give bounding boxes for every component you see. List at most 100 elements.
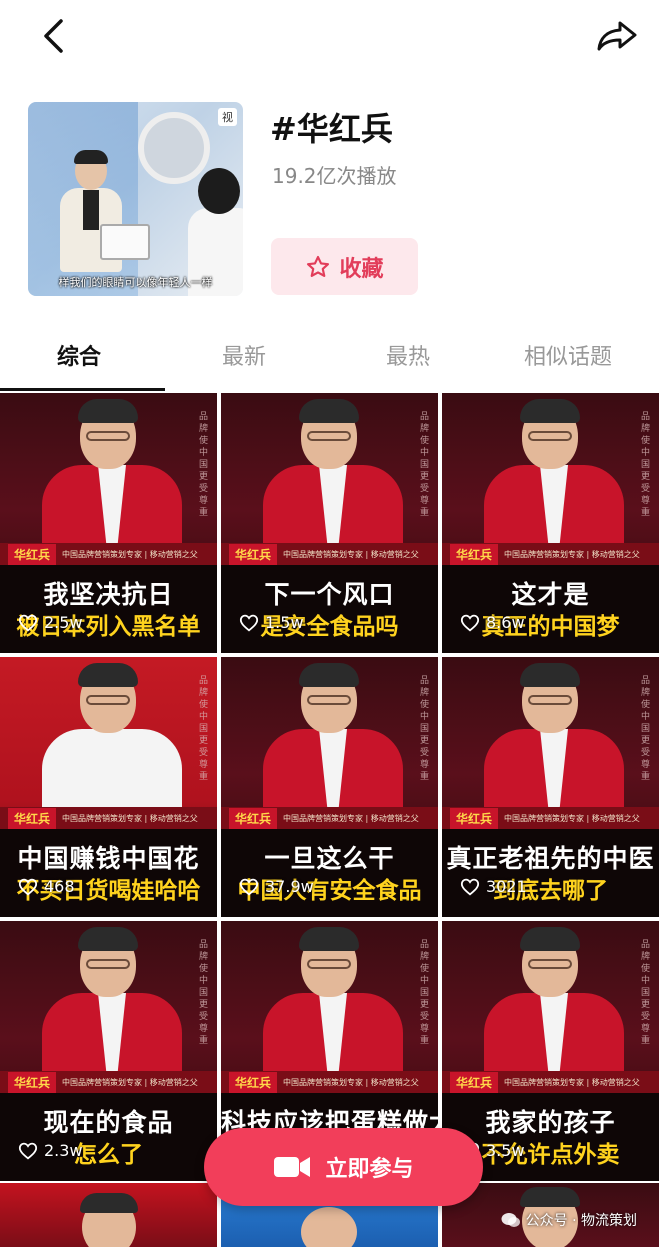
card-like-count: 2.5w xyxy=(18,613,83,632)
card-like-count: 3021 xyxy=(460,877,527,896)
card-name: 华红兵 xyxy=(8,1071,57,1093)
card-name-band: 华红兵 中国品牌营销策划专家 | 移动营销之父 xyxy=(221,543,438,565)
join-button[interactable]: 立即参与 xyxy=(204,1128,483,1206)
card-name-band: 华红兵 中国品牌营销策划专家 | 移动营销之父 xyxy=(221,1071,438,1093)
card-title-line1: 现在的食品 xyxy=(43,1108,174,1137)
card-like-count: 37.9w xyxy=(239,877,314,896)
heart-icon xyxy=(239,614,259,632)
card-title-line1: 一旦这么干 xyxy=(264,844,395,873)
card-tagline: 中国品牌营销策划专家 | 移动营销之父 xyxy=(62,549,198,559)
play-count: 19.2亿次播放 xyxy=(272,164,397,188)
card-side-text: 品牌使中国更受尊重 xyxy=(641,412,651,518)
like-count-text: 468 xyxy=(44,877,75,896)
card-side-text: 品牌使中国更受尊重 xyxy=(641,676,651,782)
card-title-line1: 中国赚钱中国花 xyxy=(17,844,200,873)
card-side-text: 品牌使中国更受尊重 xyxy=(199,676,209,782)
card-name: 华红兵 xyxy=(229,807,278,829)
video-camera-icon xyxy=(274,1157,311,1177)
tab-latest[interactable]: 最新 xyxy=(222,339,266,371)
card-side-text: 品牌使中国更受尊重 xyxy=(199,412,209,518)
back-icon xyxy=(44,19,63,53)
like-count-text: 2.5w xyxy=(44,613,83,632)
heart-icon xyxy=(18,878,38,896)
card-name: 华红兵 xyxy=(8,807,57,829)
card-caption: 这才是 真正的中国梦 8.6w xyxy=(442,565,659,653)
video-card[interactable]: 品牌使中国更受尊重 华红兵 中国品牌营销策划专家 | 移动营销之父 一旦这么干 中国人有… xyxy=(221,657,438,917)
wechat-icon xyxy=(501,1213,520,1227)
card-caption: 下一个风口 是安全食品吗 1.5w xyxy=(221,565,438,653)
card-tagline: 中国品牌营销策划专家 | 移动营销之父 xyxy=(62,1077,198,1087)
card-like-count: 2.3w xyxy=(18,1141,83,1160)
card-name: 华红兵 xyxy=(229,543,278,565)
heart-icon xyxy=(239,878,259,896)
card-tagline: 中国品牌营销策划专家 | 移动营销之父 xyxy=(283,549,419,559)
card-like-count: 1.5w xyxy=(239,613,304,632)
card-tagline: 中国品牌营销策划专家 | 移动营销之父 xyxy=(504,813,640,823)
like-count-text: 2.3w xyxy=(44,1141,83,1160)
video-card[interactable]: 品牌使中国更受尊重华红兵 中国品牌营销策划专家 | 移动营销之父 这才是 真正的中国梦… xyxy=(442,393,659,653)
share-button[interactable] xyxy=(593,12,641,60)
card-person-image xyxy=(484,399,624,561)
video-card[interactable]: 品牌使中国更受尊重 华红兵 中国品牌营销策划专家 | 移动营销之父 下一个风口 是安全食… xyxy=(221,393,438,653)
star-icon xyxy=(307,255,330,277)
card-title-line1: 下一个风口 xyxy=(264,580,395,609)
topic-cover-image[interactable]: 视 样我们的眼睛可以像年轻人一样 xyxy=(28,102,243,296)
tab-hottest[interactable]: 最热 xyxy=(386,339,430,371)
tab-bar: 综合 最新 最热 相似话题 xyxy=(0,325,659,391)
card-name: 华红兵 xyxy=(450,1071,499,1093)
back-button[interactable] xyxy=(30,12,78,60)
cover-subtitle: 样我们的眼睛可以像年轻人一样 xyxy=(58,276,213,289)
tab-similar-topics[interactable]: 相似话题 xyxy=(524,339,612,371)
cover-logo: 视 xyxy=(218,108,237,126)
card-person-image xyxy=(263,399,403,561)
card-name: 华红兵 xyxy=(450,543,499,565)
card-like-count: 8.6w xyxy=(460,613,525,632)
card-tagline: 中国品牌营销策划专家 | 移动营销之父 xyxy=(283,1077,419,1087)
card-person-image xyxy=(42,399,182,561)
card-side-text: 品牌使中国更受尊重 xyxy=(641,940,651,1046)
video-card[interactable]: 品牌使中国更受尊重 华红兵 中国品牌营销策划专家 | 移动营销之父 我坚决抗日 被日本列… xyxy=(0,393,217,653)
card-tagline: 中国品牌营销策划专家 | 移动营销之父 xyxy=(62,813,198,823)
card-name-band: 华红兵 中国品牌营销策划专家 | 移动营销之父 xyxy=(442,543,659,565)
share-icon xyxy=(597,21,637,51)
card-tagline: 中国品牌营销策划专家 | 移动营销之父 xyxy=(504,1077,640,1087)
like-count-text: 37.9w xyxy=(265,877,314,896)
card-side-text: 品牌使中国更受尊重 xyxy=(199,940,209,1046)
favorite-button[interactable]: 收藏 xyxy=(271,238,418,295)
card-side-text: 品牌使中国更受尊重 xyxy=(420,940,430,1046)
card-person-image xyxy=(484,663,624,825)
cover-monitor xyxy=(100,224,150,260)
card-person-image xyxy=(263,927,403,1089)
card-person-image xyxy=(42,927,182,1089)
card-tagline: 中国品牌营销策划专家 | 移动营销之父 xyxy=(283,813,419,823)
like-count-text: 3.5w xyxy=(486,1141,525,1160)
card-side-text: 品牌使中国更受尊重 xyxy=(420,676,430,782)
card-name-band: 华红兵 中国品牌营销策划专家 | 移动营销之父 xyxy=(0,1071,217,1093)
card-person-image xyxy=(263,663,403,825)
card-like-count: 468 xyxy=(18,877,75,896)
top-bar xyxy=(0,0,659,80)
join-label: 立即参与 xyxy=(325,1157,414,1182)
video-card[interactable]: 品牌使中国更受尊重华红兵 中国品牌营销策划专家 | 移动营销之父 真正老祖先的中医到… xyxy=(442,657,659,917)
heart-icon xyxy=(18,1142,38,1160)
tab-comprehensive[interactable]: 综合 xyxy=(57,339,101,371)
card-side-text: 品牌使中国更受尊重 xyxy=(420,412,430,518)
like-count-text: 1.5w xyxy=(265,613,304,632)
video-card-partial[interactable] xyxy=(0,1183,217,1247)
like-count-text: 8.6w xyxy=(486,613,525,632)
card-person-image xyxy=(484,927,624,1089)
video-card[interactable]: 品牌使中国更受尊重 华红兵 中国品牌营销策划专家 | 移动营销之父 中国赚钱中国花 不买… xyxy=(0,657,217,917)
video-grid: 品牌使中国更受尊重 华红兵 中国品牌营销策划专家 | 移动营销之父 我坚决抗日 被日本列… xyxy=(0,393,659,1247)
card-caption: 真正老祖先的中医 到底去哪了 3021 xyxy=(442,829,659,917)
card-name-band: 华红兵 中国品牌营销策划专家 | 移动营销之父 xyxy=(0,807,217,829)
video-card[interactable]: 品牌使中国更受尊重 华红兵 中国品牌营销策划专家 | 移动营销之父 现在的食品 怎么了 2… xyxy=(0,921,217,1181)
tab-active-indicator xyxy=(0,388,165,391)
watermark: 公众号 · 物流策划 xyxy=(501,1210,637,1230)
heart-icon xyxy=(18,614,38,632)
card-name-band: 华红兵 中国品牌营销策划专家 | 移动营销之父 xyxy=(442,807,659,829)
topic-header: 视 样我们的眼睛可以像年轻人一样 #华红兵 19.2亿次播放 收藏 xyxy=(0,100,659,300)
card-name-band: 华红兵 中国品牌营销策划专家 | 移动营销之父 xyxy=(442,1071,659,1093)
card-person-image xyxy=(42,663,182,825)
heart-icon xyxy=(460,878,480,896)
card-title-line1: 我家的孩子 xyxy=(485,1108,616,1137)
